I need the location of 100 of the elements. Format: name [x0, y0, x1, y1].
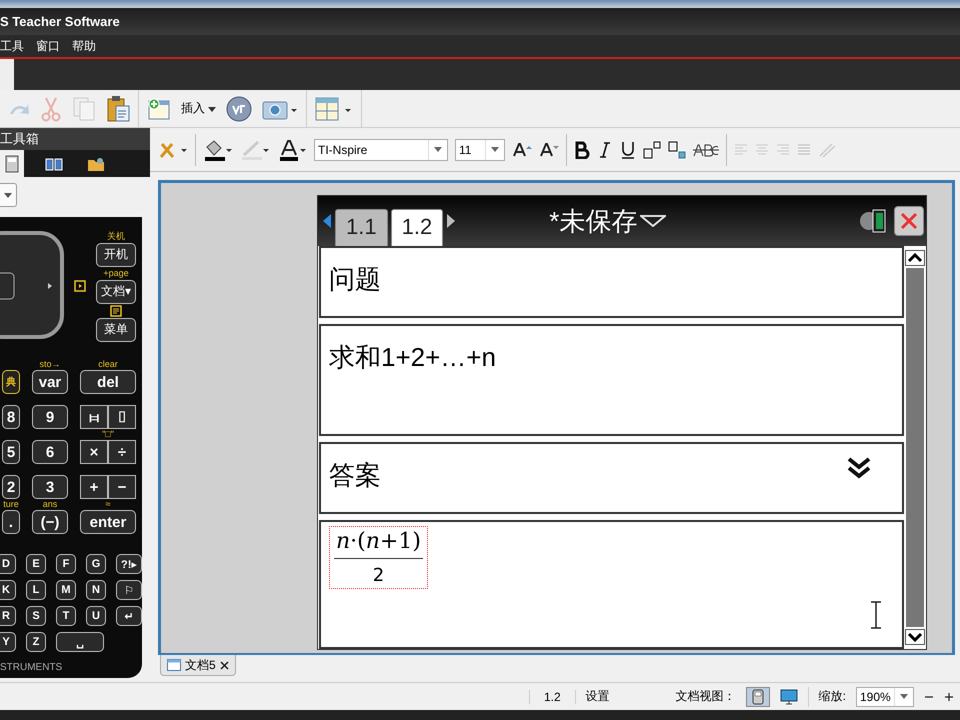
menu-item[interactable]: 工具	[0, 38, 24, 54]
calculator-key[interactable]: 5	[2, 440, 20, 464]
calculator-key[interactable]: G	[86, 554, 106, 574]
superscript-icon[interactable]	[643, 140, 661, 158]
insert-menu-button[interactable]: 插入	[181, 100, 216, 117]
calculator-key[interactable]: K	[0, 580, 16, 600]
close-icon[interactable]	[220, 660, 229, 670]
text-box[interactable]: 求和1+2+…+n	[319, 324, 904, 436]
collapse-icon[interactable]	[846, 456, 872, 480]
calculator-key[interactable]: ⚐	[116, 580, 142, 600]
var-icon[interactable]	[226, 96, 252, 122]
calculator-key[interactable]: +	[80, 475, 108, 499]
shrink-font-icon[interactable]	[539, 140, 559, 158]
grow-font-icon[interactable]	[512, 140, 532, 158]
page-tab[interactable]: 1.1	[335, 209, 388, 246]
calculator-key[interactable]: R	[0, 606, 16, 626]
calculator-key[interactable]: 9	[32, 405, 68, 429]
calculator-key[interactable]: del	[80, 370, 136, 394]
dropdown-arrow-icon[interactable]	[640, 215, 666, 227]
calculator-key[interactable]: 8	[2, 405, 20, 429]
layout-icon[interactable]	[315, 96, 354, 120]
note-text: 求和1+2+…+n	[329, 341, 496, 374]
strikethrough-icon[interactable]	[693, 142, 719, 156]
subscript-icon[interactable]	[668, 140, 686, 158]
settings-link[interactable]: 设置	[586, 688, 666, 705]
document-tab-label: 文档5	[185, 656, 216, 674]
window-title: S Teacher Software	[0, 14, 120, 29]
document-icon	[167, 659, 181, 671]
underline-icon[interactable]	[620, 140, 636, 160]
catalog-key[interactable]: 典	[2, 370, 20, 394]
calculator-key[interactable]: ?!▸	[116, 554, 142, 574]
font-size-select[interactable]: 11	[455, 138, 505, 160]
calculator-key[interactable]: enter	[80, 510, 136, 534]
menu-item[interactable]: 窗口	[36, 38, 60, 54]
calculator-key[interactable]: ␣	[56, 632, 104, 652]
brand-text: STRUMENTS	[0, 662, 64, 673]
paste-icon[interactable]	[106, 94, 130, 122]
text-cursor-icon	[870, 601, 882, 629]
page-tab[interactable]: 1.2	[390, 209, 444, 246]
text-color-icon[interactable]	[277, 138, 307, 160]
calculator-key[interactable]: 6	[32, 440, 68, 464]
calculator-key[interactable]: N	[86, 580, 106, 600]
text-box[interactable]: n·(n+1) 2	[319, 520, 904, 649]
calculator-key[interactable]: U	[86, 606, 106, 626]
calculator-key[interactable]: ×	[80, 440, 108, 464]
italic-icon[interactable]	[597, 140, 613, 158]
calculator-key[interactable]: .	[2, 510, 20, 534]
math-expression[interactable]: n·(n+1) 2	[329, 526, 428, 589]
next-page-icon[interactable]	[446, 213, 456, 229]
monitor-icon[interactable]	[780, 688, 798, 704]
previous-page-icon[interactable]	[322, 213, 332, 229]
calculator-key[interactable]: ÷	[108, 440, 136, 464]
caret-icon	[208, 107, 216, 112]
document-icon	[74, 280, 86, 292]
calculator-key[interactable]: ↵	[116, 606, 142, 626]
insert-page-icon[interactable]	[147, 96, 171, 120]
calculator-key[interactable]: ⧦	[80, 405, 108, 429]
caret-icon	[491, 147, 499, 152]
calculator-key[interactable]: E	[26, 554, 46, 574]
zoom-select[interactable]: 190%	[856, 686, 914, 706]
font-select[interactable]: TI-Nspire	[314, 138, 448, 160]
scroll-up-icon[interactable]	[905, 250, 925, 266]
calculator-key[interactable]: Y	[0, 632, 16, 652]
calculator-key[interactable]: L	[26, 580, 46, 600]
close-button[interactable]	[894, 206, 924, 236]
page-number: 1.2	[528, 690, 576, 704]
calculator-key[interactable]: −	[108, 475, 136, 499]
calculator-key[interactable]: T	[56, 606, 76, 626]
calculator-dropdown[interactable]	[0, 183, 17, 207]
calculator-key[interactable]: M	[56, 580, 76, 600]
calculator-key[interactable]: 2	[2, 475, 20, 499]
scroll-down-icon[interactable]	[905, 629, 925, 645]
text-box[interactable]: 问题	[319, 246, 904, 318]
calculator-key[interactable]: (−)	[32, 510, 68, 534]
calculator-key[interactable]: ⌷	[108, 405, 136, 429]
calculator-key[interactable]: Z	[26, 632, 46, 652]
handheld-icon	[752, 688, 764, 704]
calculator-key[interactable]: 3	[32, 475, 68, 499]
fill-color-icon[interactable]	[203, 138, 233, 160]
zoom-in-icon[interactable]	[944, 692, 954, 702]
calculator-key[interactable]: 文档▾	[96, 280, 136, 304]
line-color-icon[interactable]	[240, 138, 270, 160]
scroll-thumb[interactable]	[906, 268, 924, 627]
key-caption: ≈	[106, 499, 110, 510]
calculator-key[interactable]: var	[32, 370, 68, 394]
calculator-key[interactable]: S	[26, 606, 46, 626]
toolbox-tab[interactable]	[0, 150, 24, 177]
key-caption: sto→	[39, 359, 60, 370]
handheld-view-button[interactable]	[746, 686, 770, 706]
calculator-key[interactable]: 菜单	[96, 318, 136, 342]
text-box[interactable]: 答案	[319, 442, 904, 514]
bold-icon[interactable]	[574, 140, 590, 158]
folder-icon	[87, 156, 105, 172]
key-caption: ans	[42, 499, 58, 510]
document-tab[interactable]: 文档5	[160, 655, 236, 676]
calculator-key[interactable]: 开机	[96, 242, 136, 266]
calculator-key[interactable]: F	[56, 554, 76, 574]
menu-item[interactable]: 帮助	[72, 38, 96, 54]
calculator-key[interactable]: D	[0, 554, 16, 574]
zoom-label: 缩放:	[818, 688, 846, 705]
